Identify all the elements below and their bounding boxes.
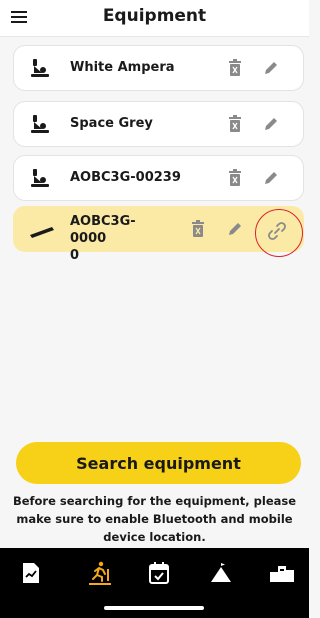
search-equipment-button[interactable]: Search equipment [16, 442, 301, 484]
link-icon[interactable] [266, 220, 288, 242]
trash-icon[interactable] [190, 220, 206, 238]
trash-icon[interactable] [227, 59, 243, 77]
page-title: Equipment [102, 6, 207, 26]
tab-calendar[interactable] [145, 560, 173, 586]
climb-icon [211, 563, 231, 582]
workout-icon [89, 561, 111, 585]
tab-climb[interactable] [207, 560, 235, 586]
exercise-bike-icon [31, 115, 49, 133]
exercise-bike-icon [31, 169, 49, 187]
header-divider [0, 36, 309, 37]
device-name: AOBC3G-00239 [70, 170, 181, 185]
bluetooth-hint-text: Before searching for the equipment, plea… [12, 494, 297, 544]
home-indicator [104, 606, 204, 610]
pencil-icon[interactable] [262, 59, 280, 77]
device-card-selected[interactable]: AOBC3G-0000 0 [13, 206, 304, 263]
exercise-bike-icon [31, 59, 49, 77]
app-header: Equipment [0, 0, 309, 36]
report-icon [23, 563, 39, 583]
device-name: Space Grey [70, 116, 153, 131]
device-card[interactable]: Space Grey [13, 101, 304, 147]
podium-icon [270, 566, 294, 582]
device-card[interactable]: AOBC3G-00239 [13, 155, 304, 201]
calendar-check-icon [149, 562, 169, 584]
device-card[interactable]: White Ampera [13, 45, 304, 91]
tab-report[interactable] [17, 560, 45, 586]
tab-podium[interactable] [268, 560, 296, 586]
pencil-icon[interactable] [262, 169, 280, 187]
trash-icon[interactable] [227, 115, 243, 133]
tab-workout[interactable] [86, 560, 114, 586]
device-name: White Ampera [70, 60, 175, 75]
pencil-icon[interactable] [226, 220, 244, 238]
pencil-icon[interactable] [262, 115, 280, 133]
device-name: AOBC3G-0000 0 [70, 214, 136, 263]
treadmill-icon [30, 227, 54, 238]
trash-icon[interactable] [227, 169, 243, 187]
